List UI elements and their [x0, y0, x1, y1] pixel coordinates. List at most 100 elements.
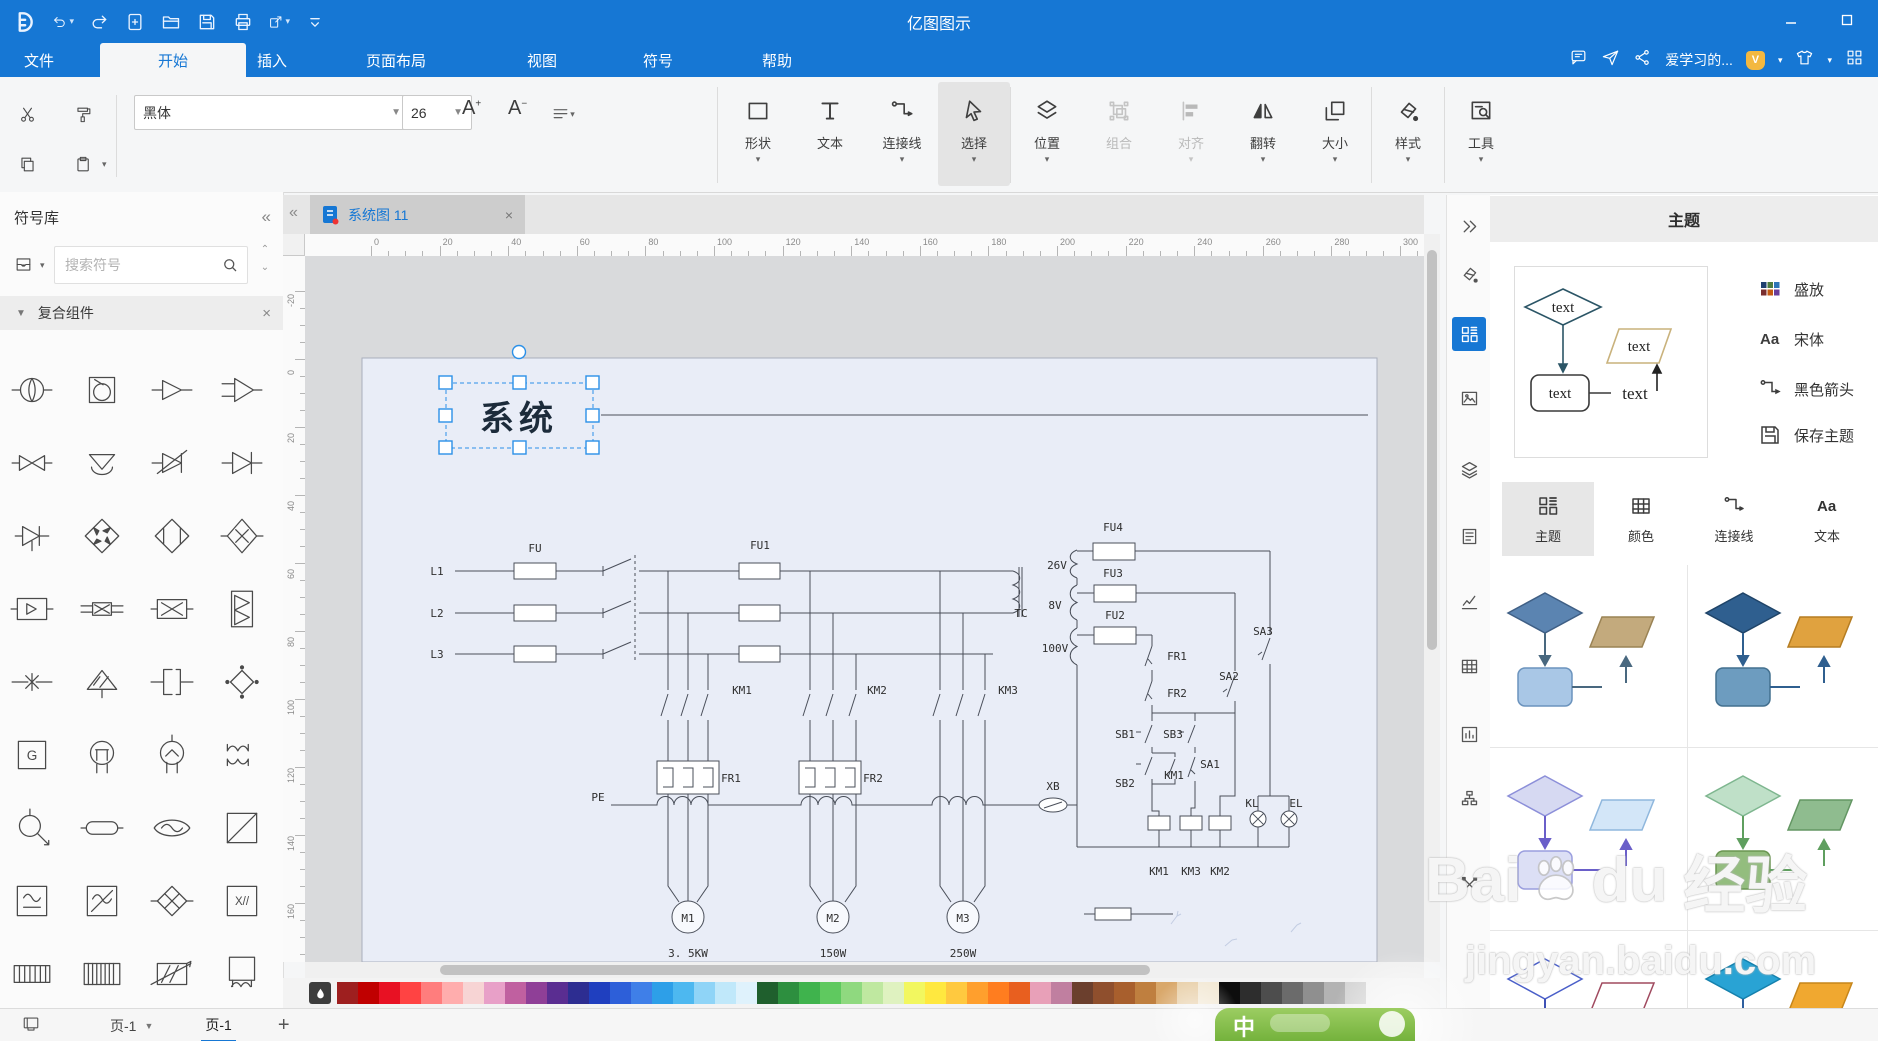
color-swatch[interactable] — [904, 982, 925, 1004]
strip-org-chart-icon[interactable] — [1452, 781, 1486, 815]
circuit-label-FR2[interactable]: FR2 — [863, 772, 883, 785]
symbol-diamond-bars[interactable] — [146, 510, 198, 562]
color-swatch[interactable] — [799, 982, 820, 1004]
circuit-label-L1[interactable]: L1 — [430, 565, 443, 578]
scroll-up-icon[interactable]: ⌃ — [254, 244, 276, 262]
skin-dropdown[interactable]: ▾ — [1827, 55, 1832, 66]
symbol-bracket-component[interactable] — [146, 656, 198, 708]
symbol-diode-bars[interactable] — [146, 875, 198, 927]
symbol-hatch-arrow-box[interactable] — [146, 948, 198, 1000]
color-swatch[interactable] — [379, 982, 400, 1004]
align-text-icon[interactable]: ▾ — [548, 99, 578, 129]
symbol-box-triangle[interactable] — [6, 583, 58, 635]
library-dropdown[interactable]: ▾ — [40, 260, 45, 271]
tabstrip-collapse-icon[interactable]: « — [289, 204, 298, 222]
copy-icon[interactable] — [12, 149, 42, 179]
symbol-bowtie-small-box[interactable] — [76, 583, 128, 635]
menu-帮助[interactable]: 帮助 — [748, 43, 806, 77]
circuit-label-M3[interactable]: M3 — [956, 912, 969, 925]
color-swatch[interactable] — [421, 982, 442, 1004]
theme-option-盛放[interactable]: 盛放 — [1758, 277, 1824, 301]
ribbon-position-button[interactable]: 位置 ▾ — [1011, 82, 1083, 186]
ribbon-shape-button[interactable]: 形状 ▾ — [722, 82, 794, 186]
save-icon[interactable] — [196, 11, 218, 33]
color-swatch[interactable] — [1009, 982, 1030, 1004]
symbol-bridge-diamond[interactable] — [76, 510, 128, 562]
theme-preview-card[interactable]: text text text text — [1514, 266, 1708, 458]
strip-shuffle-icon[interactable] — [1452, 867, 1486, 901]
symbol-diagonal-box[interactable] — [216, 802, 268, 854]
circuit-label-KM2[interactable]: KM2 — [867, 684, 887, 697]
theme-thumbnail-3[interactable] — [1490, 748, 1688, 931]
menu-符号[interactable]: 符号 — [629, 43, 687, 77]
ribbon-connector-button[interactable]: 连接线 ▾ — [866, 82, 938, 186]
sidebar-collapse-icon[interactable]: « — [262, 207, 271, 227]
page-menu-dropdown[interactable]: ▼ — [144, 1021, 153, 1031]
color-swatch[interactable] — [1135, 982, 1156, 1004]
scroll-down-icon[interactable]: ⌄ — [254, 262, 276, 280]
color-swatch[interactable] — [1303, 982, 1324, 1004]
export-icon[interactable]: ▾ — [268, 11, 290, 33]
panel-tab-主题[interactable]: 主题 — [1502, 482, 1594, 556]
color-swatch[interactable] — [925, 982, 946, 1004]
strip-picture-icon[interactable] — [1452, 381, 1486, 415]
circuit-label-L2[interactable]: L2 — [430, 607, 443, 620]
color-swatch[interactable] — [337, 982, 358, 1004]
strip-line-chart-icon[interactable] — [1452, 585, 1486, 619]
circuit-label-FR1[interactable]: FR1 — [721, 772, 741, 785]
color-swatch[interactable] — [505, 982, 526, 1004]
theme-option-黑色箭头[interactable]: 黑色箭头 — [1758, 377, 1854, 401]
circuit-label-EL[interactable]: EL — [1289, 797, 1303, 810]
circuit-label-26V[interactable]: 26V — [1047, 559, 1067, 572]
color-swatch[interactable] — [1345, 982, 1366, 1004]
color-swatch[interactable] — [1072, 982, 1093, 1004]
symbol-diamond-dots[interactable] — [216, 656, 268, 708]
symbol-transistor-circle[interactable] — [76, 729, 128, 781]
theme-thumbnail-4[interactable] — [1688, 748, 1878, 931]
circuit-label-SB1[interactable]: SB1 — [1115, 728, 1135, 741]
increase-font-icon[interactable]: A+ — [462, 97, 481, 120]
symbol-line-burst[interactable] — [6, 656, 58, 708]
symbol-striped-box2[interactable] — [76, 948, 128, 1000]
circuit-label-KM2[interactable]: KM2 — [1210, 865, 1230, 878]
color-swatch[interactable] — [1177, 982, 1198, 1004]
add-page-button[interactable]: + — [278, 1014, 290, 1037]
strip-table-icon[interactable] — [1452, 649, 1486, 683]
open-icon[interactable] — [160, 11, 182, 33]
symbol-valve-bowtie[interactable] — [6, 437, 58, 489]
strip-apps-grid-icon[interactable] — [1452, 317, 1486, 351]
symbol-capsule[interactable] — [76, 802, 128, 854]
color-swatch[interactable] — [1051, 982, 1072, 1004]
color-swatch[interactable] — [1282, 982, 1303, 1004]
page-tab[interactable]: 页-1 — [201, 1010, 236, 1041]
library-drawer-icon[interactable] — [8, 249, 38, 279]
color-swatch[interactable] — [1198, 982, 1219, 1004]
promo-banner[interactable]: 中 — [1215, 1008, 1415, 1041]
color-swatch[interactable] — [1261, 982, 1282, 1004]
color-swatch[interactable] — [568, 982, 589, 1004]
symbol-bowtie-box[interactable] — [146, 583, 198, 635]
document-tab[interactable]: 系统图 11 × — [310, 195, 525, 234]
circuit-label-KL[interactable]: KL — [1245, 797, 1259, 810]
circuit-label-250W[interactable]: 250W — [950, 947, 977, 960]
color-swatch[interactable] — [1219, 982, 1240, 1004]
color-swatch[interactable] — [841, 982, 862, 1004]
menu-视图[interactable]: 视图 — [513, 43, 571, 77]
share-icon[interactable] — [1633, 48, 1652, 72]
menu-开始[interactable]: 开始 — [100, 43, 246, 77]
cut-icon[interactable] — [12, 99, 42, 129]
horizontal-scrollbar[interactable] — [305, 962, 1424, 978]
apps-icon[interactable] — [1845, 48, 1864, 72]
circuit-label-KM3[interactable]: KM3 — [998, 684, 1018, 697]
symbol-amp-triangle[interactable] — [146, 364, 198, 416]
new-document-icon[interactable] — [124, 11, 146, 33]
symbol-lens-circle[interactable] — [6, 364, 58, 416]
circuit-label-8V[interactable]: 8V — [1048, 599, 1062, 612]
color-swatch[interactable] — [778, 982, 799, 1004]
circuit-label-XB[interactable]: XB — [1046, 780, 1060, 793]
circuit-label-KM1[interactable]: KM1 — [1164, 769, 1184, 782]
symbol-coil-box[interactable] — [216, 948, 268, 1000]
symbol-transistor-circle2[interactable] — [146, 729, 198, 781]
ribbon-select-button[interactable]: 选择 ▾ — [938, 82, 1010, 186]
circuit-label-TC[interactable]: TC — [1014, 607, 1027, 620]
